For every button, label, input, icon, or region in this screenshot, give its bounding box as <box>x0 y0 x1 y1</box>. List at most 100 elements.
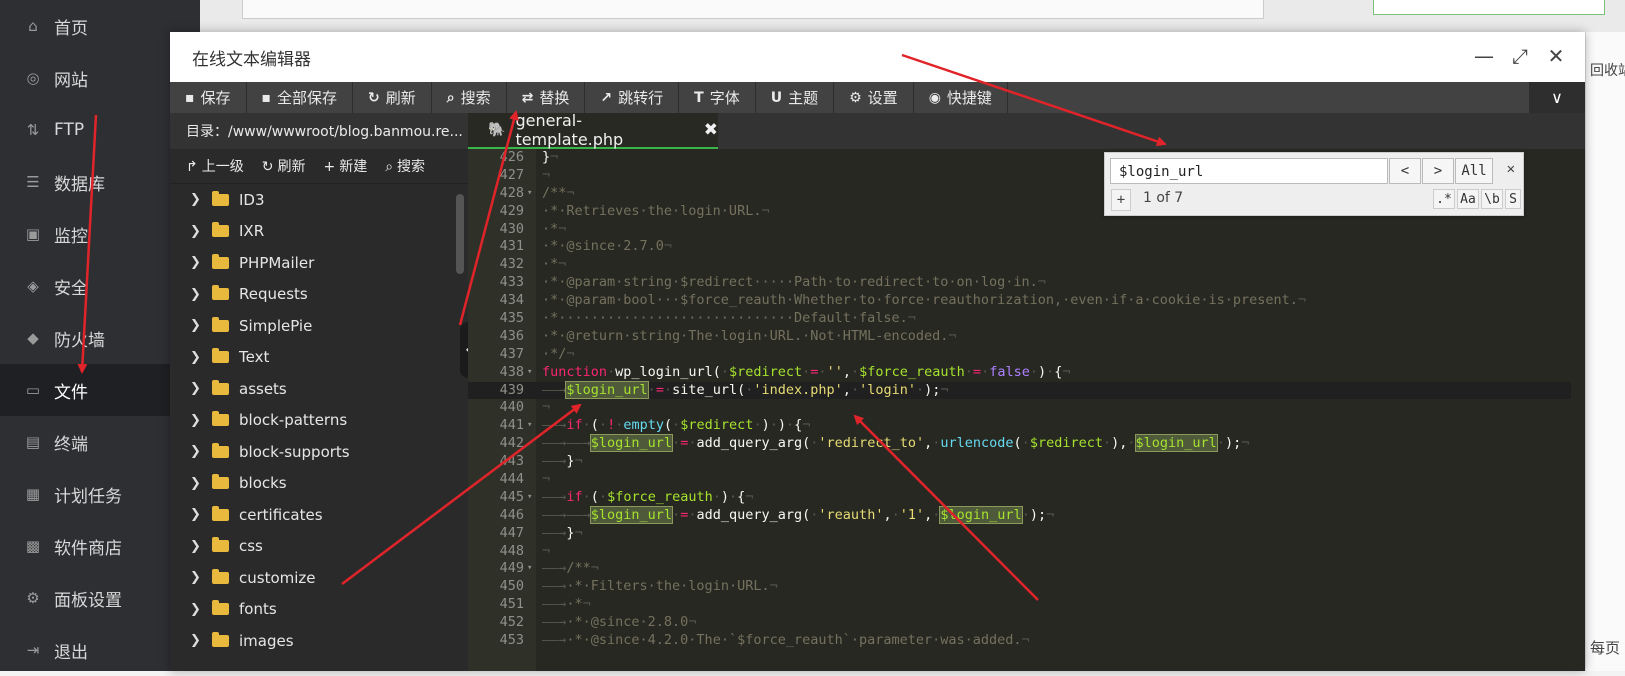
code-text: }¬ <box>542 149 558 167</box>
fold-toggle-icon[interactable]: ▾ <box>527 185 532 203</box>
code-line: 446 ——→——→$login_url·=·add_query_arg(·'re… <box>468 505 1585 525</box>
maximize-icon[interactable]: ⤢ <box>1509 44 1531 68</box>
code-token: ·* <box>542 256 559 273</box>
search-case-toggle[interactable]: Aa <box>1457 189 1479 209</box>
toolbar-button-8[interactable]: ⚙ 设置 <box>834 82 914 113</box>
fold-toggle-icon[interactable]: ▾ <box>527 364 532 382</box>
code-token: ); <box>1224 435 1242 452</box>
code-token: ) <box>761 417 770 434</box>
folder-item[interactable]: ❯ assets <box>170 373 456 405</box>
folder-item[interactable]: ❯ blocks <box>170 468 456 500</box>
search-toggle-replace-button[interactable]: + <box>1111 189 1131 211</box>
folder-item[interactable]: ❯ Requests <box>170 279 456 311</box>
nav-item-label: 退出 <box>54 642 88 663</box>
code-token: ) <box>720 488 730 505</box>
tab-filename: general-template.php <box>515 111 624 149</box>
folder-item[interactable]: ❯ images <box>170 625 456 657</box>
tab-general-template[interactable]: 🐘 general-template.php ✖ <box>468 111 718 149</box>
search-all-button[interactable]: All <box>1455 158 1493 184</box>
editor-scrollbar[interactable] <box>1571 149 1585 671</box>
close-icon[interactable]: ✕ <box>1545 44 1567 68</box>
chevron-right-icon[interactable]: ❯ <box>190 413 206 428</box>
code-text: ——→if·(·$force_reauth·)·{¬ <box>542 489 753 507</box>
chevron-right-icon[interactable]: ❯ <box>190 381 206 396</box>
chevron-right-icon[interactable]: ❯ <box>190 444 206 459</box>
chevron-right-icon[interactable]: ❯ <box>190 224 206 239</box>
toolbar-button-0[interactable]: ▪ 保存 <box>170 82 247 113</box>
save-icon: ▪ <box>185 89 195 106</box>
chevron-right-icon[interactable]: ❯ <box>190 570 206 585</box>
folder-item[interactable]: ❯ customize <box>170 562 456 594</box>
folder-item[interactable]: ❯ block-supports <box>170 436 456 468</box>
code-text: function·wp_login_url(·$redirect·=·'',·$… <box>542 364 1071 382</box>
sidebar-action-2[interactable]: + 新建 <box>323 156 367 176</box>
code-token: ¬ <box>948 327 957 344</box>
background-page-right: 回收站 每页 <box>1585 32 1625 671</box>
chevron-right-icon[interactable]: ❯ <box>190 287 206 302</box>
code-text: ——→·*·Filters·the·login·URL.¬ <box>542 578 778 596</box>
code-token: · <box>582 488 591 505</box>
search-prev-button[interactable]: < <box>1389 158 1421 184</box>
folder-item[interactable]: ❯ certificates <box>170 499 456 531</box>
search-regex-toggle[interactable]: .* <box>1433 189 1455 209</box>
folder-item[interactable]: ❯ SimplePie <box>170 310 456 342</box>
code-token: $login_url <box>589 505 674 524</box>
toolbar-button-6[interactable]: T 字体 <box>679 82 756 113</box>
chevron-right-icon[interactable]: ❯ <box>190 350 206 365</box>
search-next-button[interactable]: > <box>1422 158 1454 184</box>
code-token: ¬ <box>761 202 770 219</box>
chevron-right-icon[interactable]: ❯ <box>190 192 206 207</box>
code-line: 443 ——→}¬ <box>468 453 1585 471</box>
toolbar-button-7[interactable]: U 主题 <box>756 82 835 113</box>
code-token: add_query_arg( <box>696 435 811 452</box>
search-word-toggle[interactable]: \b <box>1481 189 1503 209</box>
toolbar-button-1[interactable]: ▪ 全部保存 <box>247 82 354 113</box>
toolbar-button-5[interactable]: ↗ 跳转行 <box>585 82 680 113</box>
chevron-right-icon[interactable]: ❯ <box>190 318 206 333</box>
sidebar-action-1[interactable]: ↻ 刷新 <box>262 156 306 176</box>
code-token: function <box>542 363 608 380</box>
folder-item[interactable]: ❯ block-patterns <box>170 405 456 437</box>
code-text: ——→·*·@since·2.8.0¬ <box>542 614 696 632</box>
toolbar-button-3[interactable]: ⌕ 搜索 <box>432 82 507 113</box>
folder-item[interactable]: ❯ PHPMailer <box>170 247 456 279</box>
chevron-right-icon[interactable]: ❯ <box>190 633 206 648</box>
search-input[interactable]: $login_url <box>1110 158 1388 184</box>
code-text: ——→}¬ <box>542 453 583 471</box>
fold-toggle-icon[interactable]: ▾ <box>527 417 532 435</box>
gear-icon: ⚙ <box>26 589 40 607</box>
toolbar-button-2[interactable]: ↻ 刷新 <box>353 82 432 113</box>
folder-item[interactable]: ❯ fonts <box>170 594 456 626</box>
code-line: 435 ·*·····························Defaul… <box>468 310 1585 328</box>
toolbar-button-4[interactable]: ⇄ 替换 <box>507 82 586 113</box>
fold-toggle-icon[interactable]: ▾ <box>527 560 532 578</box>
code-line: 430 ·*¬ <box>468 221 1585 239</box>
sidebar-action-0[interactable]: ↱ 上一级 <box>186 156 244 176</box>
sidebar-action-label: 新建 <box>339 159 368 175</box>
chevron-right-icon[interactable]: ❯ <box>190 476 206 491</box>
minimize-icon[interactable]: — <box>1473 44 1495 68</box>
tab-close-icon[interactable]: ✖ <box>704 120 718 140</box>
toolbar-button-9[interactable]: ◉ 快捷键 <box>914 82 1008 113</box>
folder-item[interactable]: ❯ ID3 <box>170 184 456 216</box>
code-token: ·*·@param·bool···$force_reauth·Whether·t… <box>542 292 1298 309</box>
code-token: ( <box>590 488 599 505</box>
folder-item[interactable]: ❯ Text <box>170 342 456 374</box>
chevron-right-icon[interactable]: ❯ <box>190 507 206 522</box>
sidebar-action-3[interactable]: ⌕ 搜索 <box>385 156 425 176</box>
chevron-right-icon[interactable]: ❯ <box>190 602 206 617</box>
code-editor[interactable]: 426}¬ 427 ¬ 428 ▾/**¬ 429 ·*·Retrieves·the·log… <box>468 149 1585 671</box>
sidebar-scrollbar[interactable] <box>456 194 464 274</box>
folder-item[interactable]: ❯ IXR <box>170 216 456 248</box>
fold-toggle-icon[interactable]: ▾ <box>527 489 532 507</box>
sidebar-action-label: 搜索 <box>397 159 426 175</box>
recycle-bin-link[interactable]: 回收站 <box>1590 60 1625 80</box>
line-number: 450 <box>499 578 524 595</box>
folder-item[interactable]: ❯ css <box>170 531 456 563</box>
chevron-down-icon[interactable]: ∨ <box>1529 82 1585 113</box>
chevron-right-icon[interactable]: ❯ <box>190 539 206 554</box>
search-close-icon[interactable]: ✕ <box>1507 161 1515 177</box>
code-token: urlencode <box>940 435 1014 452</box>
search-selection-toggle[interactable]: S <box>1505 189 1521 209</box>
chevron-right-icon[interactable]: ❯ <box>190 255 206 270</box>
